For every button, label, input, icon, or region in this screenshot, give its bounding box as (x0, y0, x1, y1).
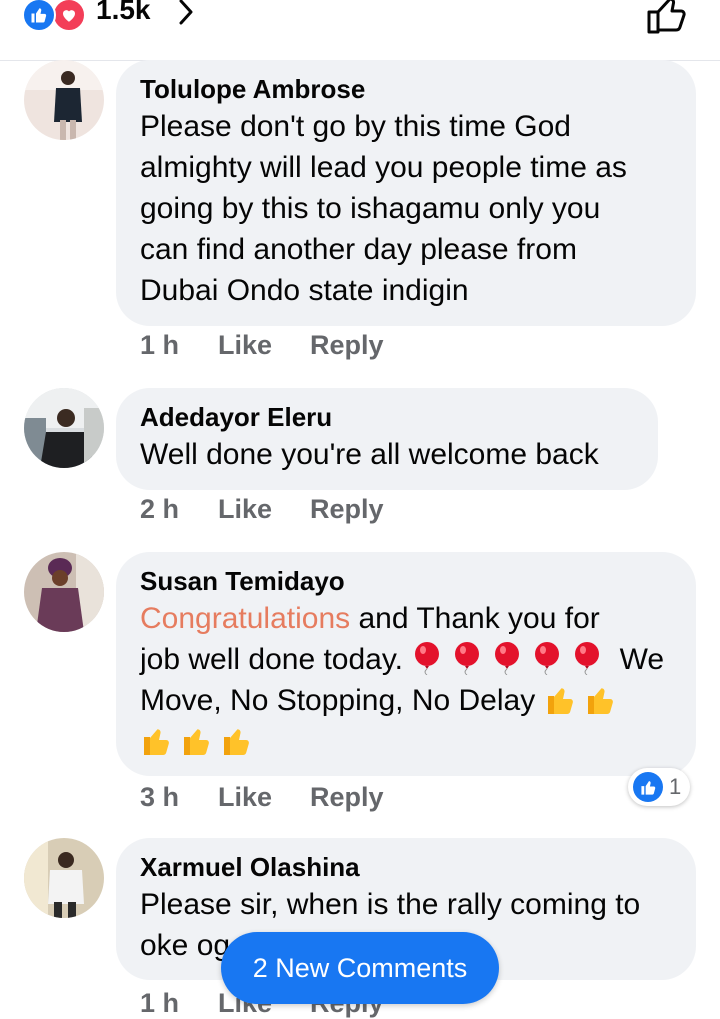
thumbs-up-emoji-icon (224, 729, 249, 755)
comment-bubble[interactable]: Adedayor Eleru Well done you're all welc… (116, 388, 658, 490)
reply-button[interactable]: Reply (310, 782, 384, 813)
like-button[interactable]: Like (218, 330, 310, 361)
comment-author[interactable]: Adedayor Eleru (140, 400, 634, 434)
reactions-bar[interactable]: 1.5k (0, 0, 720, 61)
comment-actions: 3 h Like Reply (140, 782, 384, 813)
comment-bubble[interactable]: Tolulope Ambrose Please don't go by this… (116, 60, 696, 326)
chevron-right-icon[interactable] (176, 0, 196, 31)
comment-reaction-badge[interactable]: 1 (628, 768, 690, 806)
comment-text: Congratulations and Thank you for job we… (140, 598, 672, 762)
thumbs-up-emoji-icon (144, 729, 169, 755)
balloon-icon (415, 642, 440, 675)
comment-actions: 1 h Like Reply (140, 330, 384, 361)
comment-author[interactable]: Susan Temidayo (140, 564, 672, 598)
reaction-count: 1 (669, 774, 682, 799)
comment-timestamp[interactable]: 1 h (140, 988, 218, 1019)
thumbs-up-emoji-icon (547, 688, 573, 714)
like-reaction-icon (22, 0, 56, 32)
like-reaction-icon (633, 772, 663, 802)
comment-text: Please don't go by this time God almight… (140, 110, 627, 307)
avatar[interactable] (24, 838, 104, 918)
thumbs-up-emoji-icon (587, 688, 613, 714)
comment-bubble[interactable]: Susan Temidayo Congratulations and Thank… (116, 552, 696, 776)
love-reaction-icon (52, 0, 86, 32)
comment-author[interactable]: Tolulope Ambrose (140, 72, 672, 106)
avatar[interactable] (24, 552, 104, 632)
reply-button[interactable]: Reply (310, 330, 384, 361)
thumbs-up-outline-icon[interactable] (646, 0, 690, 39)
comment-timestamp[interactable]: 1 h (140, 330, 218, 361)
comment-text: Well done you're all welcome back (140, 438, 599, 471)
like-button[interactable]: Like (218, 494, 310, 525)
balloon-icon (535, 642, 560, 675)
balloon-icon (495, 642, 520, 675)
like-button[interactable]: Like (218, 782, 310, 813)
comment-timestamp[interactable]: 3 h (140, 782, 218, 813)
reply-button[interactable]: Reply (310, 494, 384, 525)
new-comments-button[interactable]: 2 New Comments (221, 932, 499, 1004)
comment-actions: 2 h Like Reply (140, 494, 384, 525)
avatar[interactable] (24, 60, 104, 140)
reaction-count[interactable]: 1.5k (96, 0, 151, 26)
comment-timestamp[interactable]: 2 h (140, 494, 218, 525)
comment-author[interactable]: Xarmuel Olashina (140, 850, 672, 884)
highlighted-word[interactable]: Congratulations (140, 602, 350, 635)
balloon-icon (455, 642, 480, 675)
avatar[interactable] (24, 388, 104, 468)
thumbs-up-emoji-icon (184, 729, 209, 755)
balloon-icon (575, 642, 600, 675)
